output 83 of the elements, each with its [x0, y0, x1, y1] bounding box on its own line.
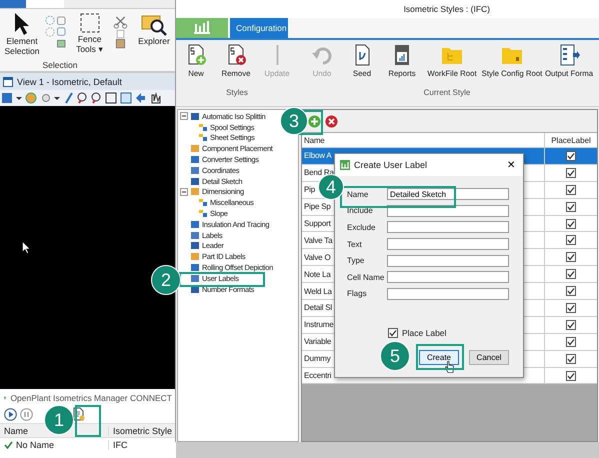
checkbox[interactable] [566, 286, 576, 296]
table-cell: No Name [16, 440, 54, 450]
tree-node-icon [190, 230, 200, 240]
checkbox[interactable] [566, 320, 576, 330]
app-logo-icon [340, 160, 350, 170]
dialog-button[interactable]: Create [419, 350, 459, 366]
field-label: Text [346, 240, 363, 249]
tree-node-icon [190, 263, 200, 272]
checkbox[interactable] [566, 184, 576, 195]
mouse-pointer-icon [22, 241, 31, 254]
field-label: Cell Name [346, 272, 386, 282]
add-icon[interactable] [308, 114, 321, 128]
export-icon [558, 44, 580, 66]
input-field[interactable] [387, 288, 509, 300]
field-label: Exclude [346, 222, 376, 232]
checkbox[interactable] [566, 252, 576, 262]
field-label: Include [346, 206, 374, 216]
dashed-square-icon [78, 12, 101, 34]
check-mark-icon [4, 440, 13, 448]
chart-logo-icon [193, 20, 211, 34]
checkbox[interactable] [566, 269, 576, 280]
tree-node-icon [190, 252, 200, 262]
ribbon-tab[interactable]: Configuration [230, 18, 288, 38]
fence-tools-button[interactable]: Fence Tools ▾ [70, 12, 110, 54]
tree-node-icon [190, 112, 200, 121]
checkbox[interactable] [388, 328, 398, 338]
checkbox[interactable] [566, 354, 576, 364]
view-window-icon [3, 76, 13, 86]
bar-icon [276, 44, 278, 66]
tree-node-icon [198, 209, 208, 218]
input-field[interactable] [387, 254, 509, 267]
ribbon-group-label: Styles [226, 88, 248, 97]
view-title: View 1 - Isometric, Default [17, 76, 122, 86]
highlight-box [416, 344, 464, 370]
delete-icon[interactable] [325, 114, 338, 128]
tree-node-icon [198, 198, 208, 208]
hand-pointer-icon [445, 361, 454, 373]
checkbox[interactable] [566, 370, 576, 381]
input-field[interactable] [387, 204, 509, 217]
tree-node-icon [190, 187, 200, 196]
checkbox-label: Place Label [402, 328, 446, 338]
window-title: Isometric Styles : (IFC) [404, 4, 490, 14]
checkbox[interactable] [566, 302, 576, 313]
input-field[interactable] [387, 238, 509, 250]
tree-node-icon [190, 176, 200, 186]
tree-node-icon [198, 122, 208, 132]
close-button[interactable]: ✕ [504, 159, 518, 171]
input-field[interactable]: Detailed Sketch [387, 188, 509, 200]
tree-node-icon [190, 155, 200, 164]
cursor-icon [13, 12, 31, 36]
pause-icon[interactable] [20, 408, 33, 420]
checkbox[interactable] [566, 218, 576, 228]
input-field[interactable] [387, 271, 509, 284]
tree-node-icon [198, 133, 208, 142]
field-label: Flags [346, 289, 368, 298]
checkbox[interactable] [566, 168, 576, 178]
ribbon-group-label: Selection [42, 60, 78, 70]
explorer-button[interactable]: Explorer [134, 12, 174, 46]
dialog-button[interactable]: Cancel [469, 350, 509, 366]
highlight-box [75, 405, 101, 437]
tree-node-icon [190, 274, 200, 283]
dialog-title: Create User Label [354, 160, 428, 170]
column-header[interactable]: PlaceLabel [545, 133, 597, 147]
panel-title: OpenPlant Isometrics Manager CONNECT [10, 393, 172, 403]
collapse-toggle-icon[interactable] [180, 112, 188, 120]
column-header[interactable]: Isometric Style [108, 426, 172, 436]
tree-node-icon [190, 220, 200, 229]
tree-node-icon [190, 241, 200, 250]
field-label: Name [346, 190, 370, 199]
checkbox[interactable] [566, 336, 576, 347]
tree-node-icon [190, 166, 200, 175]
ribbon-group-label: Current Style [424, 88, 470, 97]
field-label: Type [346, 256, 366, 266]
tree-node-icon [190, 144, 200, 154]
column-header[interactable]: Name [302, 133, 545, 147]
play-icon[interactable] [4, 408, 17, 420]
checkbox[interactable] [566, 150, 576, 161]
input-field[interactable] [387, 221, 509, 234]
table-cell: IFC [108, 440, 128, 450]
collapse-toggle-icon[interactable] [180, 188, 188, 196]
element-selection-button[interactable]: Element Selection [2, 12, 42, 56]
checkbox[interactable] [566, 202, 576, 212]
checkbox[interactable] [566, 235, 576, 246]
